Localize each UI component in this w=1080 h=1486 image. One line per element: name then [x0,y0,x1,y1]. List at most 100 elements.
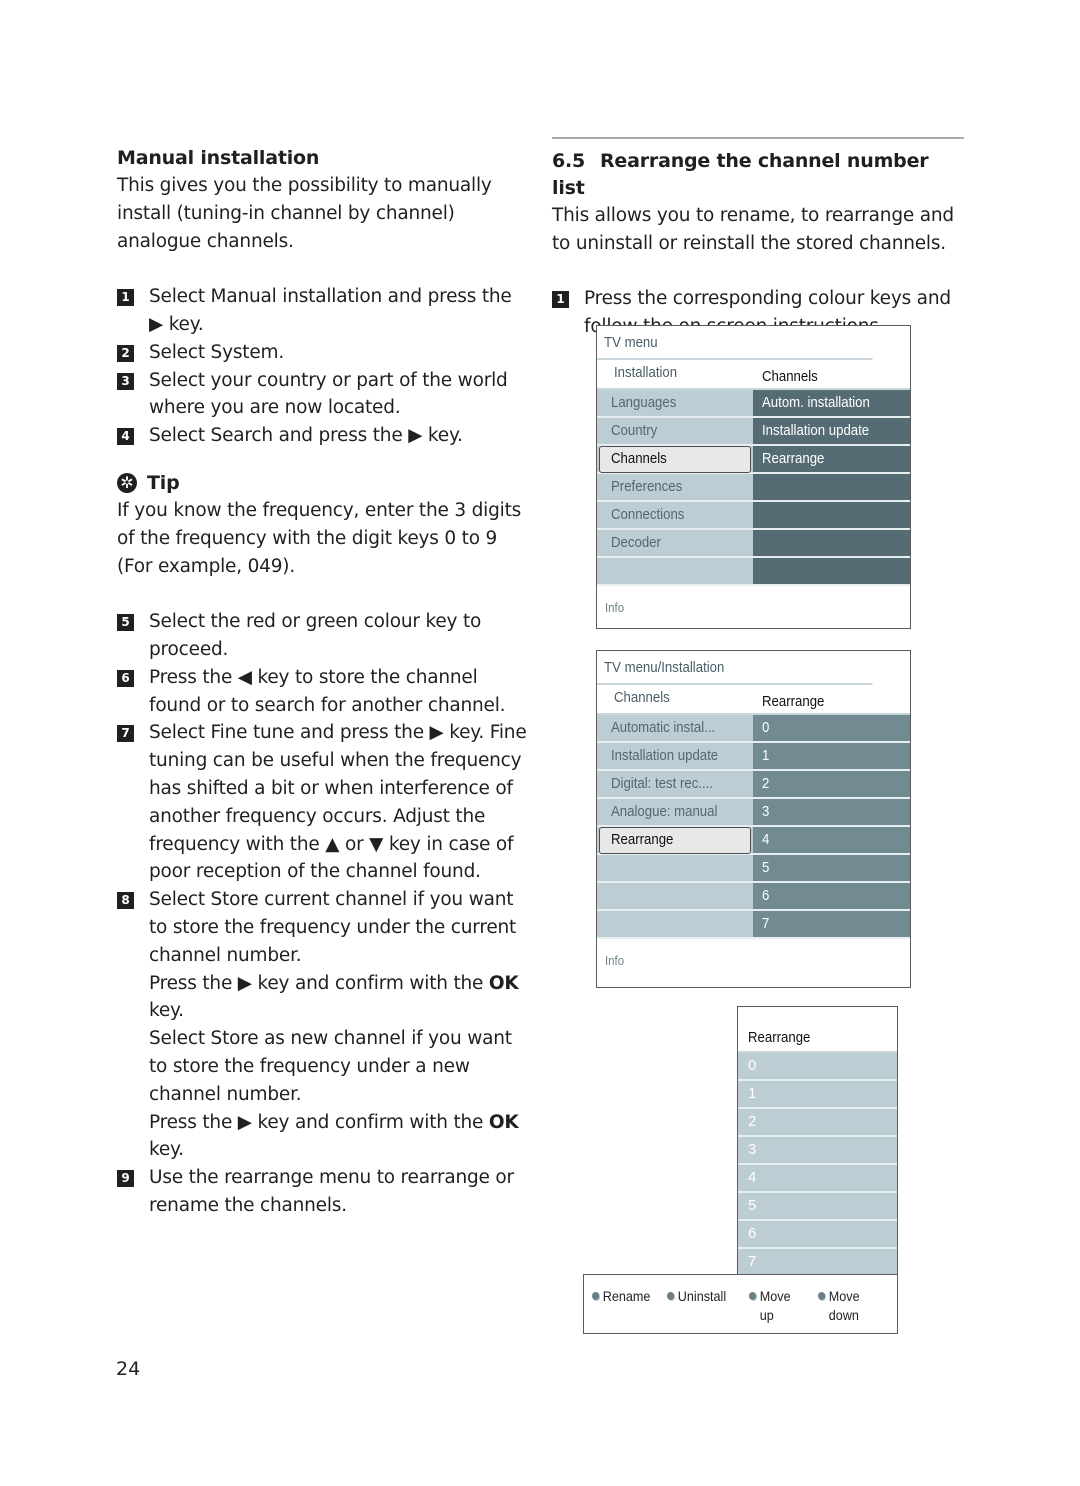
menu-item[interactable]: Installation update [597,743,753,769]
menu-item[interactable]: Decoder [597,530,753,556]
submenu-item-label: 4 [762,831,770,848]
menu-row[interactable]: Preferences [597,474,910,502]
submenu-item[interactable]: 6 [753,883,910,909]
rearrange-row[interactable]: 4 [738,1165,897,1193]
step-text: Select Fine tune and press the ▶ key. Fi… [149,722,527,883]
menu-title: TV menu/Installation [597,651,873,685]
menu-info: Info [597,939,910,987]
menu-parent-label: Installation [614,364,678,381]
paragraph-text: Press the ▶ key and confirm with the [149,1111,489,1133]
menu-item[interactable]: Analogue: manual [597,799,753,825]
submenu-item[interactable]: 0 [753,715,910,741]
menu-item[interactable] [597,855,753,881]
step-number-badge: 4 [117,428,134,446]
step-text: Press the ◀ key to store the channel fou… [149,666,506,716]
menu-item[interactable]: Digital: test rec.... [597,771,753,797]
steps-list-b: 5 Select the red or green colour key to p… [117,608,527,969]
rearrange-row[interactable]: 0 [738,1053,897,1081]
submenu-item[interactable]: Rearrange [753,446,910,472]
tip-title: Tip [147,471,180,494]
section-divider [552,137,964,139]
menu-row[interactable]: Languages Autom. installation [597,390,910,418]
menu-row[interactable]: Digital: test rec.... 2 [597,771,910,799]
section-title: 6.5 Rearrange the channel number list [552,148,964,202]
menu-item[interactable]: Preferences [597,474,753,500]
rearrange-row[interactable]: 2 [738,1109,897,1137]
submenu-item-label: 7 [762,915,770,932]
legend-blue-key[interactable]: Move down [818,1287,865,1325]
submenu-item[interactable]: Installation update [753,418,910,444]
submenu-item[interactable] [753,530,910,556]
menu-item[interactable]: Country [597,418,753,444]
menu-item-selected[interactable]: Channels [597,446,753,473]
submenu-item[interactable]: 5 [753,855,910,881]
menu-row[interactable]: Rearrange 4 [597,827,910,855]
menu-item[interactable]: Automatic instal... [597,715,753,741]
menu-item-label: Automatic instal... [611,719,716,736]
rearrange-row[interactable]: 5 [738,1193,897,1221]
menu-row[interactable]: Country Installation update [597,418,910,446]
submenu-item[interactable]: 3 [753,799,910,825]
step-2: 2 Select System. [117,339,527,367]
menu-info: Info [597,586,910,628]
menu-item-selected[interactable]: Rearrange [597,827,753,854]
menu-row[interactable]: 6 [597,883,910,911]
step-8-continuation: Press the ▶ key and confirm with the OK … [117,970,527,1165]
legend-green-key[interactable]: Uninstall [667,1287,726,1306]
paragraph-text: Press the ▶ key and confirm with the [149,972,489,994]
rearrange-row[interactable]: 3 [738,1137,897,1165]
rearrange-row[interactable]: 6 [738,1221,897,1249]
menu-row[interactable]: Analogue: manual 3 [597,799,910,827]
manual-installation-intro: This gives you the possibility to manual… [117,175,492,252]
menu-row[interactable]: Automatic instal... 0 [597,715,910,743]
submenu-item[interactable]: 7 [753,911,910,937]
channel-number: 3 [748,1141,757,1158]
green-key-dot-icon [667,1292,675,1300]
legend-yellow-key[interactable]: Move up [749,1287,796,1325]
tv-menu-screen: TV menu Installation Channels Languages A… [596,325,911,629]
submenu-item-label: 2 [762,775,770,792]
submenu-item[interactable] [753,558,910,584]
menu-current-label: Channels [762,368,818,385]
menu-row[interactable]: 7 [597,911,910,939]
submenu-item-label: 1 [762,747,770,764]
submenu-item[interactable]: 1 [753,743,910,769]
step-number-badge: 1 [117,289,134,307]
menu-item-label: Decoder [611,534,661,551]
menu-item-label: Analogue: manual [611,803,718,820]
channel-number: 7 [748,1253,757,1270]
step-text: Select Manual installation and press the… [149,286,512,335]
submenu-item[interactable]: 2 [753,771,910,797]
submenu-item[interactable]: Autom. installation [753,390,910,416]
menu-item[interactable]: Languages [597,390,753,416]
menu-item-label: Digital: test rec.... [611,775,713,792]
step-number-badge: 6 [117,669,134,687]
manual-installation-heading: Manual installation [117,147,320,169]
menu-item[interactable] [597,883,753,909]
step-text: Use the rearrange menu to rearrange or r… [149,1167,514,1216]
submenu-item[interactable] [753,474,910,500]
menu-item[interactable]: Connections [597,502,753,528]
menu-row[interactable]: 5 [597,855,910,883]
blue-key-dot-icon [818,1292,826,1300]
channel-number: 4 [748,1169,757,1186]
menu-item[interactable] [597,558,753,584]
tip-icon: ✲ [117,473,137,494]
menu-row[interactable]: Decoder [597,530,910,558]
submenu-item[interactable] [753,502,910,528]
legend-red-key[interactable]: Rename [592,1287,650,1306]
menu-row[interactable]: Connections [597,502,910,530]
step-1: 1 Select Manual installation and press th… [117,283,527,339]
menu-item-label: Rearrange [611,831,674,848]
menu-row[interactable] [597,558,910,586]
section-intro: This allows you to rename, to rearrange … [552,205,954,254]
rearrange-row[interactable]: 1 [738,1081,897,1109]
submenu-item-label: 5 [762,859,770,876]
submenu-item[interactable]: 4 [753,827,910,853]
tip-text: If you know the frequency, enter the 3 d… [117,499,522,577]
menu-item[interactable] [597,911,753,937]
menu-subheader: Installation Channels [597,360,910,390]
rearrange-row[interactable]: 7 [738,1249,897,1277]
menu-row[interactable]: Installation update 1 [597,743,910,771]
menu-row[interactable]: Channels Rearrange [597,446,910,474]
